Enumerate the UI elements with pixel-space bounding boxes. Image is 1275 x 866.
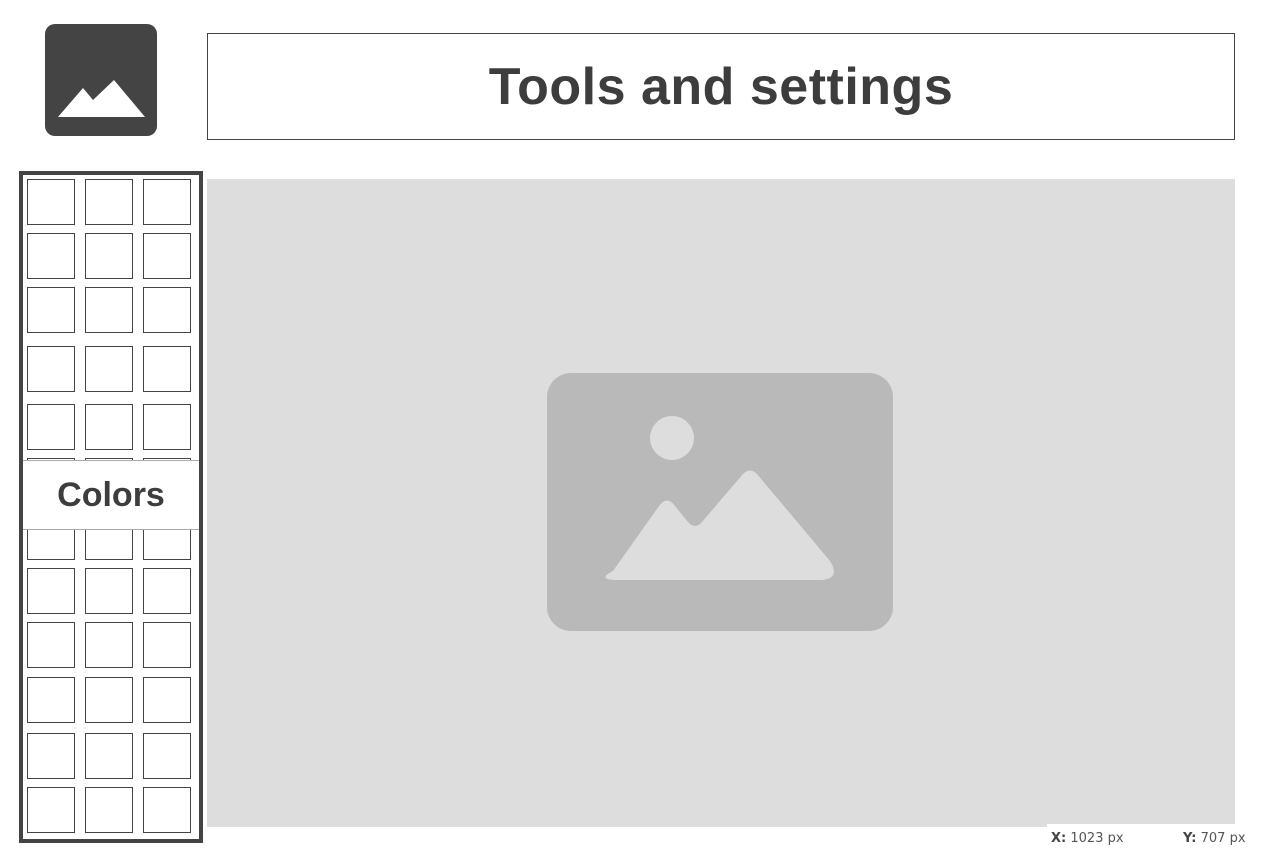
color-swatch[interactable]: [85, 733, 133, 779]
drawing-canvas[interactable]: [207, 179, 1235, 827]
color-swatch[interactable]: [27, 677, 75, 723]
color-swatch[interactable]: [27, 568, 75, 614]
coord-x-label: X:: [1051, 831, 1067, 846]
image-placeholder-icon: [547, 373, 893, 631]
color-swatch[interactable]: [85, 233, 133, 279]
color-swatch[interactable]: [27, 233, 75, 279]
color-swatch[interactable]: [143, 787, 191, 833]
color-swatch[interactable]: [143, 404, 191, 450]
colors-label: Colors: [23, 460, 199, 530]
color-swatch[interactable]: [85, 568, 133, 614]
coord-y-label: Y:: [1183, 831, 1197, 846]
color-swatch[interactable]: [85, 404, 133, 450]
color-swatch[interactable]: [143, 622, 191, 668]
coord-x-value: 1023 px: [1070, 831, 1124, 846]
page-title: Tools and settings: [488, 57, 954, 116]
color-swatch[interactable]: [27, 346, 75, 392]
color-swatch[interactable]: [143, 287, 191, 333]
color-swatch[interactable]: [143, 733, 191, 779]
title-bar: Tools and settings: [207, 33, 1235, 140]
color-palette: Colors: [19, 171, 203, 843]
coord-x: X: 1023 px: [1051, 831, 1124, 846]
coord-y: Y: 707 px: [1183, 831, 1246, 846]
color-swatch[interactable]: [27, 787, 75, 833]
color-swatch[interactable]: [27, 733, 75, 779]
color-swatch[interactable]: [85, 787, 133, 833]
color-swatch[interactable]: [27, 179, 75, 225]
cursor-coordinates: X: 1023 px Y: 707 px: [1047, 824, 1275, 854]
color-swatch[interactable]: [85, 287, 133, 333]
color-swatch[interactable]: [85, 346, 133, 392]
mountain-icon: [58, 80, 145, 117]
color-swatch[interactable]: [85, 677, 133, 723]
coord-y-value: 707 px: [1200, 831, 1246, 846]
logo-image-icon: [45, 24, 157, 136]
color-swatch[interactable]: [27, 622, 75, 668]
color-swatch[interactable]: [85, 179, 133, 225]
color-swatch[interactable]: [85, 622, 133, 668]
color-swatch[interactable]: [27, 287, 75, 333]
color-swatch[interactable]: [143, 233, 191, 279]
color-swatch[interactable]: [143, 568, 191, 614]
color-swatch[interactable]: [143, 346, 191, 392]
color-swatch[interactable]: [143, 179, 191, 225]
color-swatch[interactable]: [143, 677, 191, 723]
color-swatch[interactable]: [27, 404, 75, 450]
